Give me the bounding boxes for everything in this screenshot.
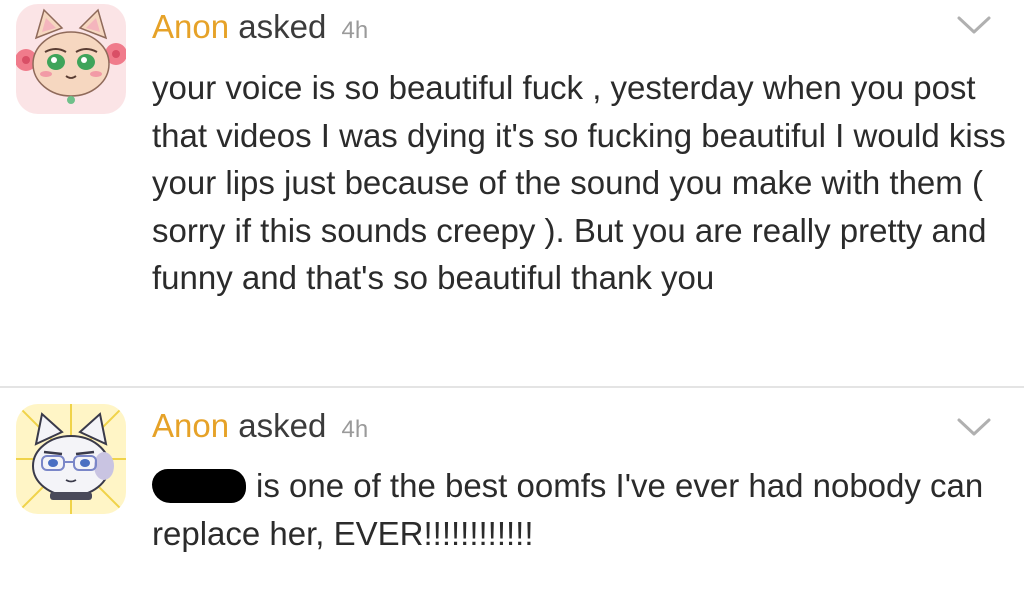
chevron-down-icon[interactable] (954, 414, 994, 440)
asked-label: asked (238, 407, 327, 444)
ask-feed: Anon asked 4h your voice is so beautiful… (0, 0, 1024, 598)
question-text: is one of the best oomfs I've ever had n… (152, 467, 984, 552)
white-cat-avatar-icon[interactable] (16, 404, 126, 514)
question-header: Anon asked 4h (152, 406, 368, 450)
question-text: your voice is so beautiful fuck , yester… (152, 69, 1006, 296)
asker-name[interactable]: Anon (152, 407, 229, 444)
asked-label: asked (238, 8, 327, 45)
chevron-down-icon[interactable] (954, 12, 994, 38)
question-header: Anon asked 4h (152, 7, 368, 51)
pink-cat-avatar-icon[interactable] (16, 4, 126, 114)
question-card: Anon asked 4h is one of the best oomfs I… (0, 388, 1024, 598)
timestamp: 4h (341, 416, 369, 443)
question-text-container: is one of the best oomfs I've ever had n… (152, 462, 1010, 557)
asker-name[interactable]: Anon (152, 8, 229, 45)
timestamp: 4h (341, 17, 369, 44)
question-card: Anon asked 4h your voice is so beautiful… (0, 0, 1024, 386)
redaction-mark (152, 469, 246, 503)
